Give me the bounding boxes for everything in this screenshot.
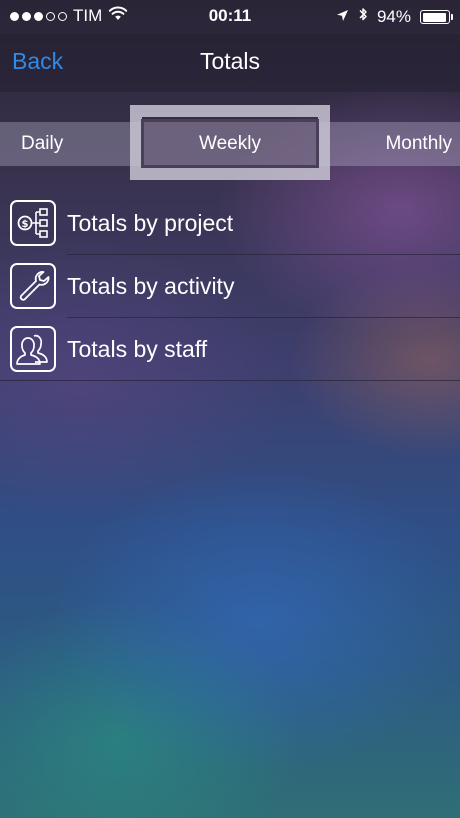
- list-item-totals-by-activity[interactable]: Totals by activity: [0, 255, 460, 318]
- segment-daily[interactable]: Daily: [21, 122, 63, 166]
- staff-people-icon: [10, 326, 56, 372]
- bluetooth-icon: [358, 6, 368, 28]
- status-right: 94%: [336, 6, 453, 28]
- segment-weekly[interactable]: Weekly: [141, 119, 319, 168]
- list-item-label: Totals by activity: [67, 273, 235, 299]
- wrench-icon: [10, 263, 56, 309]
- svg-text:$: $: [22, 219, 29, 230]
- location-arrow-icon: [336, 7, 349, 27]
- list-item-label: Totals by project: [67, 210, 234, 236]
- list-item-totals-by-staff[interactable]: Totals by staff: [0, 318, 460, 381]
- navigation-bar: Back Totals: [0, 34, 460, 92]
- totals-list: $ Totals by project Totals by activity T…: [0, 192, 460, 381]
- list-item-totals-by-project[interactable]: $ Totals by project: [0, 192, 460, 255]
- battery-icon: [420, 10, 453, 24]
- battery-percent: 94%: [376, 7, 411, 26]
- status-bar: TIM 00:11 94%: [0, 0, 460, 34]
- segment-monthly[interactable]: Monthly: [385, 122, 452, 166]
- battery-fill: [422, 12, 446, 22]
- list-item-label: Totals by staff: [67, 336, 208, 362]
- page-title: Totals: [199, 48, 261, 74]
- project-hierarchy-icon: $: [10, 200, 56, 246]
- list-separator: [0, 380, 460, 381]
